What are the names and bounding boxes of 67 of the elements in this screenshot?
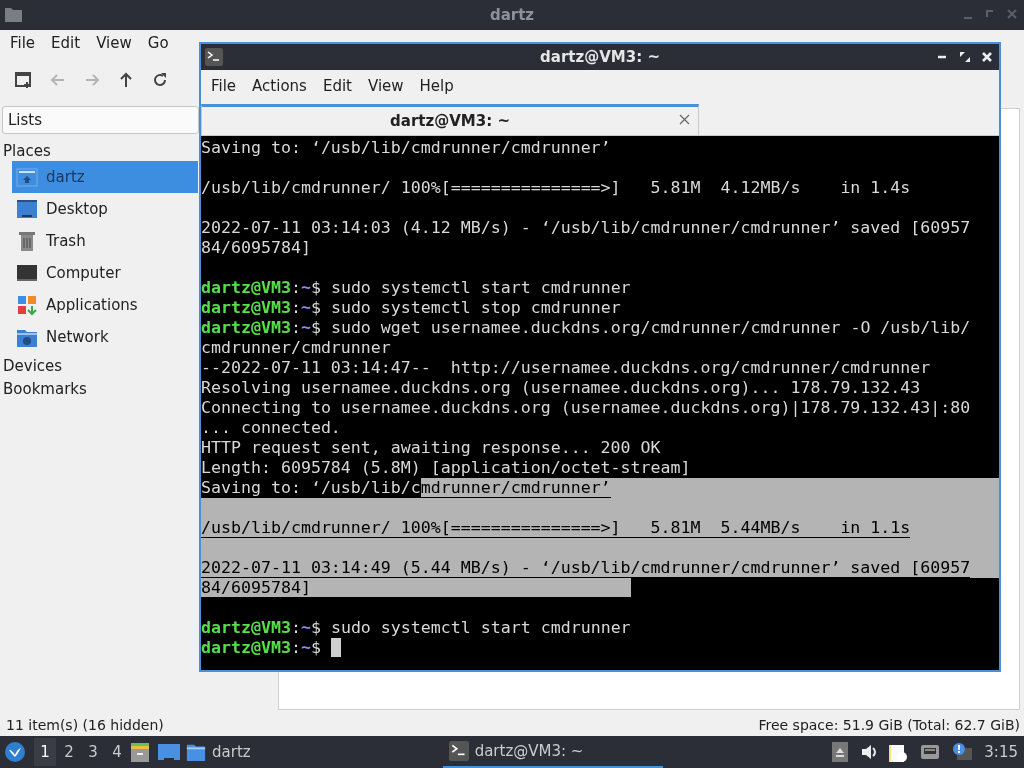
terminal-tab[interactable]: dartz@VM3: ~ <box>201 104 699 135</box>
menu-item[interactable]: Edit <box>43 34 89 52</box>
terminal-line: Saving to: ‘/usb/lib/cmdrunner/cmdrunner’ <box>201 478 611 498</box>
workspace-switcher[interactable]: 4 <box>106 738 128 766</box>
side-pane-dropdown[interactable]: Lists <box>2 106 199 134</box>
workspace-switcher[interactable]: 2 <box>58 738 80 766</box>
workspace-switcher[interactable]: 1 <box>34 738 56 766</box>
terminal-line: dartz@VM3:~$ <box>201 638 322 658</box>
workspace-switcher[interactable]: 3 <box>82 738 104 766</box>
start-menu-icon[interactable] <box>4 741 26 763</box>
menu-item[interactable]: View <box>359 77 412 95</box>
menu-item[interactable]: Actions <box>244 77 315 95</box>
menu-item[interactable]: Go <box>139 34 177 52</box>
terminal-line: HTTP request sent, awaiting response... 200 OK <box>201 438 661 458</box>
terminal-line: ... connected. <box>201 418 341 438</box>
terminal-line: 84/6095784] <box>201 238 311 258</box>
terminal-line: 2022-07-11 03:14:03 (4.12 MB/s) - ‘/usb/lib/cmdrunner/cmdrunner’ saved [60957 <box>201 218 971 238</box>
terminal-line: dartz@VM3:~$ sudo systemctl start cmdrunner <box>201 618 631 638</box>
terminal-line: --2022-07-11 03:14:47-- http://usernamee.duckdns.org/cmdrunner/cmdrunner <box>201 358 931 378</box>
menu-item[interactable]: Help <box>411 77 462 95</box>
network-icon[interactable] <box>920 742 941 762</box>
status-text: 11 item(s) (16 hidden) <box>6 717 164 733</box>
terminal-line: Length: 6095784 (5.8M) [application/octet-stream] <box>201 458 691 478</box>
sidebar-item[interactable]: Network <box>12 321 198 353</box>
window-title: dartz@VM3: ~ <box>540 48 660 66</box>
new-window-icon[interactable] <box>14 70 34 90</box>
menu-item[interactable]: File <box>2 34 44 52</box>
sidebar-item[interactable]: Trash <box>12 225 198 257</box>
menu-item[interactable]: Edit <box>314 77 360 95</box>
desktop-icon[interactable] <box>158 742 180 762</box>
terminal-line: Connecting to usernamee.duckdns.org (usernamee.duckdns.org)|178.79.132.43|:80 <box>201 398 971 418</box>
applications-icon <box>16 294 38 316</box>
trash-icon <box>16 230 38 252</box>
maximize-icon[interactable] <box>959 51 971 63</box>
file-cabinet-icon[interactable] <box>130 742 150 762</box>
home-folder-icon <box>16 166 38 188</box>
section-heading: Devices <box>2 356 64 376</box>
window-title: dartz <box>489 6 535 24</box>
sidebar-item[interactable]: Applications <box>12 289 198 321</box>
desktop-icon <box>16 198 38 220</box>
section-heading: Bookmarks <box>2 379 88 399</box>
terminal-line: Saving to: ‘/usb/lib/cmdrunner/cmdrunner’ <box>201 138 611 158</box>
section-heading: Places <box>2 141 52 161</box>
terminal-icon <box>448 741 469 761</box>
terminal-line: Resolving usernamee.duckdns.org (usernamee.duckdns.org)... 178.79.132.43 <box>201 378 921 398</box>
menu-item[interactable]: File <box>203 77 245 95</box>
terminal-line: dartz@VM3:~$ sudo wget usernamee.duckdns.org/cmdrunner/cmdrunner -O /usb/lib/ <box>201 318 971 338</box>
terminal-line: cmdrunner/cmdrunner <box>201 338 391 358</box>
folder-icon <box>4 6 22 24</box>
clock[interactable]: 3:15 <box>984 743 1018 761</box>
eject-icon[interactable] <box>832 742 849 762</box>
free-space-text: Free space: 51.9 GiB (Total: 62.7 GiB) <box>758 717 1020 733</box>
volume-icon[interactable] <box>860 742 877 762</box>
terminal-icon <box>205 48 223 66</box>
folder-icon <box>186 742 206 762</box>
menu-item[interactable]: View <box>88 34 140 52</box>
close-icon[interactable] <box>679 114 690 125</box>
sidebar-item[interactable]: Desktop <box>12 193 198 225</box>
taskbar-button[interactable]: dartz@VM3: ~ <box>442 736 663 768</box>
taskbar-button[interactable]: dartz <box>180 736 257 768</box>
clipboard-icon[interactable] <box>888 742 909 762</box>
notification-icon[interactable] <box>952 742 973 762</box>
terminal-line: dartz@VM3:~$ sudo systemctl stop cmdrunner <box>201 298 621 318</box>
sidebar-item[interactable]: Computer <box>12 257 198 289</box>
terminal-line: dartz@VM3:~$ sudo systemctl start cmdrunner <box>201 278 631 298</box>
terminal-line: /usb/lib/cmdrunner/ 100%[===============>] 5.81M 4.12MB/s in 1.4s <box>201 178 911 198</box>
monitor-icon <box>16 262 38 284</box>
